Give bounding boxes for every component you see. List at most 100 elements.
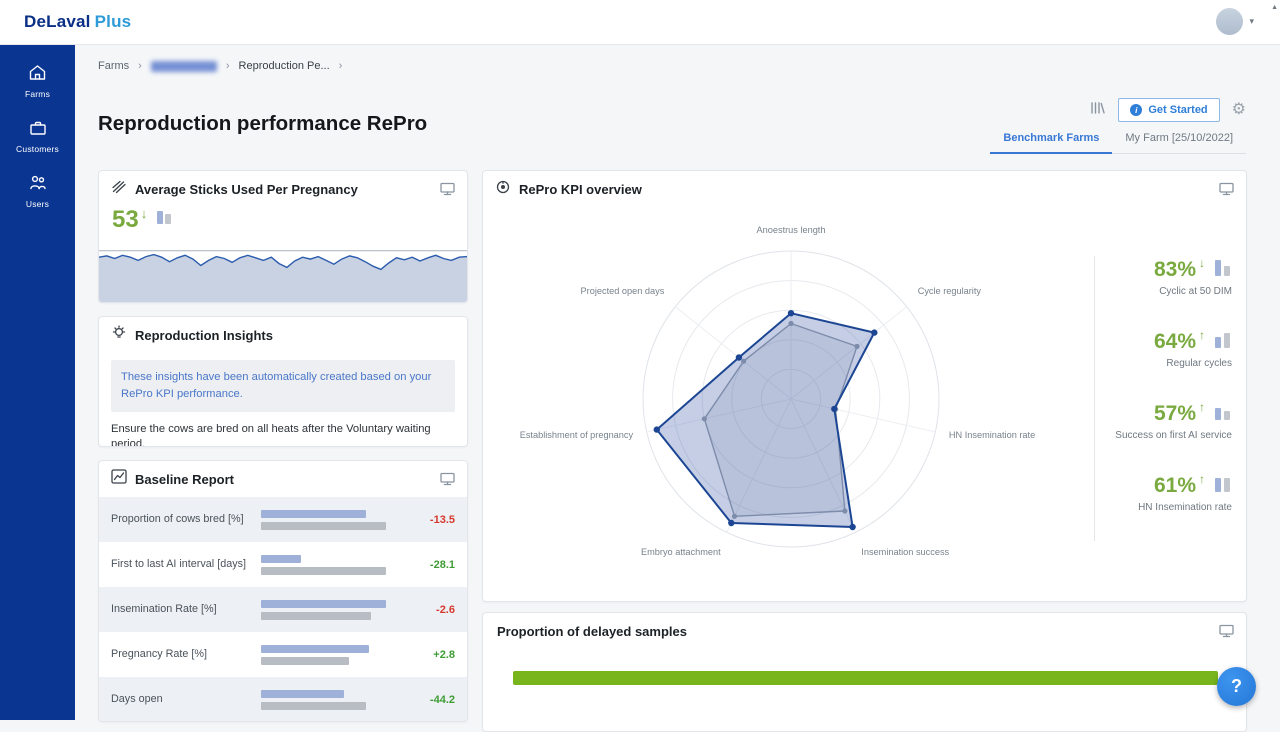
average-sticks-card: Average Sticks Used Per Pregnancy 53 ↓ bbox=[98, 170, 468, 303]
baseline-row-label: First to last AI interval [days] bbox=[111, 557, 261, 571]
briefcase-icon bbox=[29, 119, 47, 141]
kpi-label: Cyclic at 50 DIM bbox=[1154, 286, 1232, 297]
tab-my-farm[interactable]: My Farm [25/10/2022] bbox=[1112, 128, 1246, 153]
radar-point-farm bbox=[849, 524, 855, 530]
benchmark-bar bbox=[261, 522, 386, 530]
baseline-row: Pregnancy Rate [%]+2.8 bbox=[99, 632, 467, 677]
baseline-row-label: Insemination Rate [%] bbox=[111, 602, 261, 616]
card-title: Proportion of delayed samples bbox=[497, 624, 687, 639]
kpi-value-row: 83%↓ bbox=[1154, 259, 1232, 282]
logo-primary: DeLaval bbox=[24, 12, 91, 31]
radar-point-benchmark bbox=[833, 407, 838, 412]
card-header: Proportion of delayed samples bbox=[483, 613, 1246, 649]
card-header: Average Sticks Used Per Pregnancy bbox=[99, 171, 467, 207]
radar-point-farm bbox=[871, 329, 877, 335]
benchmark-library-icon[interactable] bbox=[1089, 100, 1106, 121]
bar-chart-icon bbox=[1214, 331, 1232, 354]
breadcrumb: Farms › › Reproduction Pe... › bbox=[98, 60, 342, 72]
radar-point-farm bbox=[736, 354, 742, 360]
trend-up-icon: ↑ bbox=[1199, 400, 1205, 414]
scrollbar-up-button[interactable]: ▲ bbox=[1271, 4, 1278, 11]
sidebar-item-users[interactable]: Users bbox=[0, 164, 75, 219]
get-started-label: Get Started bbox=[1148, 104, 1207, 116]
kpi-value-row: 57%↑ bbox=[1115, 403, 1232, 426]
radar-axis-label: Anoestrus length bbox=[757, 225, 826, 235]
radar-point-benchmark bbox=[702, 416, 707, 421]
farm-bar bbox=[261, 555, 301, 563]
baseline-row-label: Pregnancy Rate [%] bbox=[111, 647, 261, 661]
baseline-row-value: -28.1 bbox=[396, 559, 455, 571]
header-controls: i Get Started ⚙ bbox=[1089, 98, 1246, 122]
sidebar-item-farms[interactable]: Farms bbox=[0, 54, 75, 109]
tab-benchmark-farms[interactable]: Benchmark Farms bbox=[990, 128, 1112, 154]
get-started-button[interactable]: i Get Started bbox=[1118, 98, 1219, 122]
expand-icon[interactable] bbox=[440, 472, 455, 486]
farm-bar bbox=[261, 690, 344, 698]
benchmark-bar bbox=[261, 702, 366, 710]
radar-axis-label: Embryo attachment bbox=[641, 547, 721, 557]
radar-ring bbox=[732, 340, 850, 458]
divider bbox=[1094, 256, 1095, 541]
benchmark-bar bbox=[261, 657, 349, 665]
baseline-report-card: Baseline Report Proportion of cows bred … bbox=[98, 460, 468, 722]
breadcrumb-current[interactable]: Reproduction Pe... bbox=[239, 60, 330, 72]
expand-icon[interactable] bbox=[1219, 182, 1234, 196]
sidebar-item-customers[interactable]: Customers bbox=[0, 109, 75, 164]
sidebar: Farms Customers Users bbox=[0, 44, 75, 720]
radar-axis-label: Projected open days bbox=[581, 286, 665, 296]
radar-point-farm bbox=[728, 520, 734, 526]
radar-axis-label: Establishment of pregnancy bbox=[520, 430, 634, 440]
page-title: Reproduction performance RePro bbox=[98, 112, 427, 136]
user-menu[interactable]: ▾ bbox=[1216, 8, 1254, 35]
radar-ring bbox=[673, 281, 910, 518]
delayed-samples-card: Proportion of delayed samples bbox=[482, 612, 1247, 732]
breadcrumb-farm-name-redacted[interactable] bbox=[151, 61, 217, 72]
radar-ring bbox=[643, 251, 939, 547]
insight-highlight: These insights have been automatically c… bbox=[111, 360, 455, 412]
radar-spoke bbox=[727, 399, 791, 532]
radar-point-farm bbox=[831, 406, 837, 412]
help-button[interactable]: ? bbox=[1217, 667, 1256, 706]
kpi-label: HN Insemination rate bbox=[1138, 502, 1232, 513]
reproduction-insights-card: Reproduction Insights These insights hav… bbox=[98, 316, 468, 447]
chevron-right-icon: › bbox=[138, 60, 142, 72]
trend-down-icon: ↓ bbox=[1199, 256, 1205, 270]
card-title: Average Sticks Used Per Pregnancy bbox=[135, 182, 358, 197]
radar-point-farm bbox=[788, 310, 794, 316]
radar-axis-label: Insemination success bbox=[861, 547, 949, 557]
repro-kpi-overview-card: RePro KPI overview Anoestrus lengthCycle… bbox=[482, 170, 1247, 602]
radar-point-benchmark bbox=[732, 514, 737, 519]
sidebar-item-label: Farms bbox=[25, 89, 50, 99]
benchmark-bar bbox=[261, 612, 371, 620]
app-logo[interactable]: DeLavalPlus bbox=[24, 12, 131, 32]
baseline-row-bars bbox=[261, 645, 386, 665]
radar-point-farm bbox=[654, 426, 660, 432]
farm-bar bbox=[261, 645, 369, 653]
radar-spoke bbox=[647, 399, 791, 432]
kpi-item: 64%↑Regular cycles bbox=[1154, 331, 1232, 369]
baseline-row-label: Days open bbox=[111, 692, 261, 706]
baseline-row: Proportion of cows bred [%]-13.5 bbox=[99, 497, 467, 542]
farm-bar bbox=[261, 600, 386, 608]
kpi-item: 83%↓ Cyclic at 50 DIM bbox=[1154, 259, 1232, 297]
gear-icon[interactable]: ⚙ bbox=[1232, 102, 1246, 118]
sidebar-item-label: Customers bbox=[16, 144, 59, 154]
delayed-samples-bar bbox=[513, 671, 1218, 685]
kpi-value: 57% bbox=[1154, 403, 1196, 424]
breadcrumb-farms[interactable]: Farms bbox=[98, 60, 129, 72]
trend-down-icon: ↓ bbox=[141, 206, 148, 221]
baseline-row-bars bbox=[261, 600, 386, 620]
sidebar-item-label: Users bbox=[26, 199, 49, 209]
avatar[interactable] bbox=[1216, 8, 1243, 35]
card-title: Baseline Report bbox=[135, 472, 234, 487]
chevron-right-icon: › bbox=[226, 60, 230, 72]
insight-message: Ensure the cows are bred on all heats af… bbox=[111, 422, 455, 447]
sticks-sparkline-chart bbox=[99, 238, 467, 302]
radar-point-benchmark bbox=[741, 359, 746, 364]
radar-ring bbox=[702, 310, 880, 488]
baseline-row-label: Proportion of cows bred [%] bbox=[111, 512, 261, 526]
people-icon bbox=[29, 174, 47, 196]
sparkline-area bbox=[99, 255, 467, 302]
expand-icon[interactable] bbox=[1219, 624, 1234, 638]
expand-icon[interactable] bbox=[440, 182, 455, 196]
